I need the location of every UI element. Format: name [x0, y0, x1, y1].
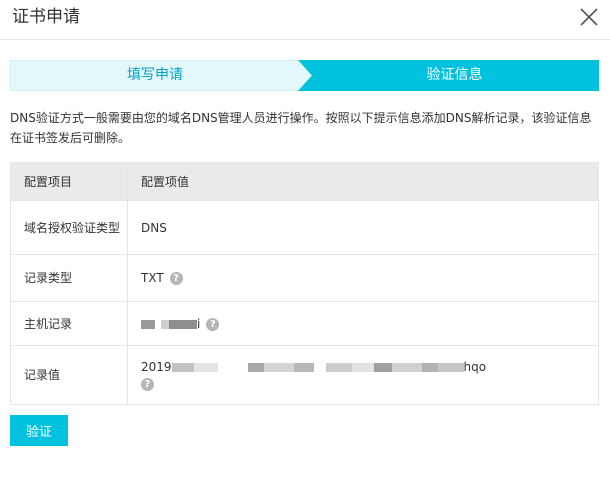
redacted-mask: [325, 362, 352, 372]
row-value: 2019 hqo ?: [127, 345, 599, 405]
redacted-mask: [293, 362, 314, 372]
table-row: 主机记录 i?: [10, 301, 599, 346]
dialog-title: 证书申请: [12, 7, 80, 27]
record-value-line: 2019 hqo: [141, 360, 598, 374]
help-icon[interactable]: ?: [169, 272, 183, 285]
table-row: 记录类型 TXT?: [10, 254, 599, 302]
redacted-mask: [351, 362, 374, 372]
redacted-mask: [141, 319, 155, 329]
table-header-row: 配置项目 配置项值: [10, 162, 599, 201]
row-item-label: 域名授权验证类型: [10, 200, 128, 255]
close-icon[interactable]: [578, 6, 600, 28]
help-icon[interactable]: ?: [206, 317, 220, 331]
redacted-mask: [169, 319, 197, 329]
redacted-mask: [263, 362, 294, 372]
redacted-mask: [391, 362, 422, 372]
record-type-value: TXT: [141, 271, 164, 285]
row-item-label: 主机记录: [10, 301, 128, 346]
table-row: 域名授权验证类型 DNS: [10, 200, 599, 255]
row-value: i?: [127, 301, 599, 346]
row-value: DNS: [127, 200, 599, 255]
step-verify-info: 验证信息: [426, 67, 483, 83]
dns-config-table: 配置项目 配置项值 域名授权验证类型 DNS 记录类型 TXT? 主机记录 i?…: [10, 162, 599, 405]
row-item-label: 记录类型: [10, 254, 128, 302]
step-progress: 填写申请 验证信息: [10, 60, 599, 91]
record-value-suffix: hqo: [463, 359, 487, 374]
redacted-mask: [313, 362, 326, 372]
redacted-mask: [193, 362, 218, 372]
redacted-mask: [437, 362, 464, 372]
dialog-header: 证书申请: [0, 0, 610, 40]
dns-verification-description: DNS验证方式一般需要由您的域名DNS管理人员进行操作。按照以下提示信息添加DN…: [10, 111, 592, 145]
record-value-help-line: ?: [141, 377, 598, 391]
redacted-mask: [217, 362, 248, 372]
redacted-mask: [171, 362, 194, 372]
header-config-item: 配置项目: [10, 162, 128, 201]
host-record-suffix: i: [197, 316, 201, 331]
redacted-mask: [373, 362, 392, 372]
record-value-prefix: 2019: [141, 359, 172, 374]
redacted-mask: [161, 319, 169, 329]
redacted-mask: [247, 362, 264, 372]
table-row: 记录值 2019 hqo ?: [10, 345, 599, 405]
header-config-value: 配置项值: [127, 162, 599, 201]
row-item-label: 记录值: [10, 345, 128, 405]
redacted-mask: [421, 362, 438, 372]
verify-button[interactable]: 验证: [10, 415, 68, 446]
step-fill-application: 填写申请: [127, 67, 183, 83]
help-icon[interactable]: ?: [141, 377, 154, 391]
row-value: TXT?: [127, 254, 599, 302]
